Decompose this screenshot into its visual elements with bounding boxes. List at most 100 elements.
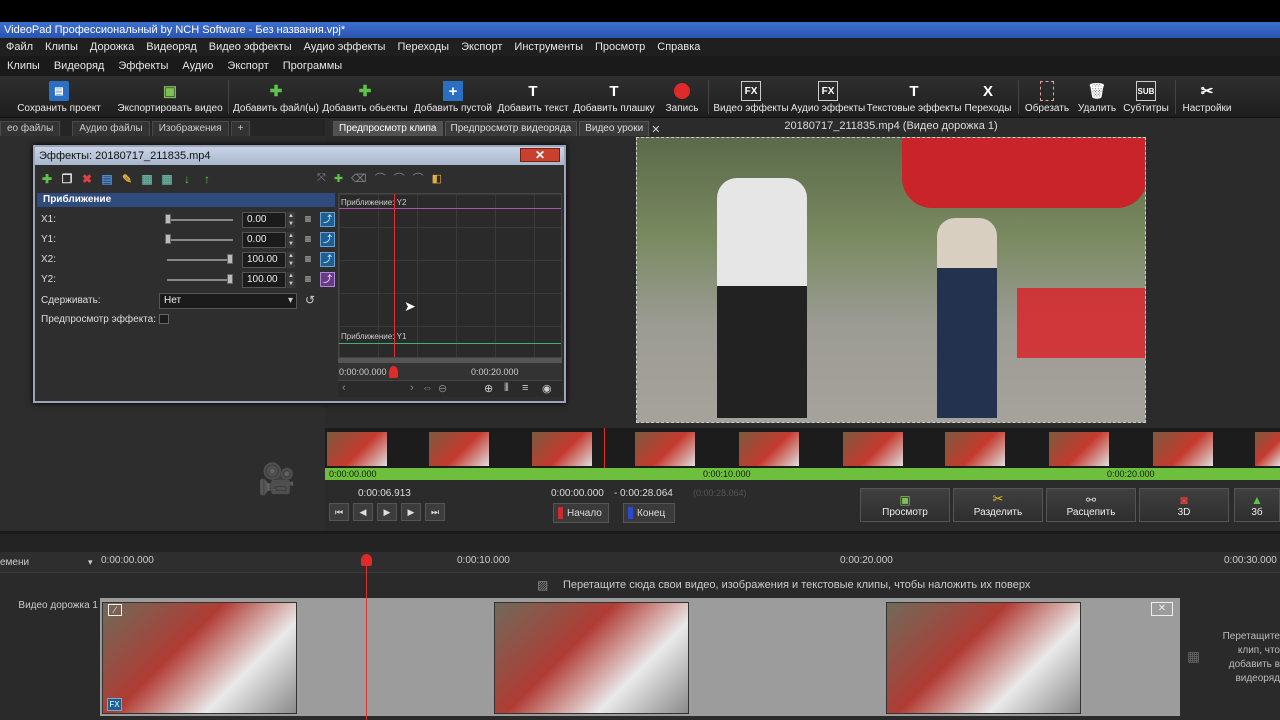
chevron-down-icon[interactable]: ▾ — [88, 557, 93, 568]
zoom-in-icon[interactable]: ⊕ — [484, 382, 493, 395]
tab-sequence-preview[interactable]: Предпросмотр видеоряда — [444, 121, 578, 136]
tab-add-bin[interactable]: + — [230, 121, 251, 136]
tab-video-files[interactable]: ео файлы — [0, 121, 61, 136]
tab-audio[interactable]: Аудио — [175, 60, 220, 72]
add-plate-button[interactable]: T Добавить плашку — [572, 76, 656, 118]
zoom-out-icon[interactable]: ⊖ — [438, 382, 447, 395]
delete-button[interactable]: 🗑 Удалить — [1076, 76, 1118, 118]
param-value[interactable]: 0.00 — [242, 212, 286, 228]
fit-icon[interactable]: ⇔ — [422, 382, 433, 394]
save-project-button[interactable]: ▤ Сохранить проект — [17, 76, 101, 118]
preset-icon[interactable]: ▦ — [139, 171, 155, 187]
unlink-button[interactable]: ⚯ Расцепить — [1046, 488, 1136, 522]
play-icon[interactable]: ▶ — [377, 503, 397, 521]
save-effect-icon[interactable]: ▤ — [99, 171, 115, 187]
slider-knob[interactable] — [165, 234, 171, 244]
add-text-button[interactable]: T Добавить текст — [497, 76, 569, 118]
video-effects-button[interactable]: FX Видео эффекты — [713, 76, 789, 118]
preview-effect-checkbox[interactable] — [159, 314, 169, 324]
transitions-button[interactable]: X Переходы — [964, 76, 1012, 118]
keyframe-graph[interactable]: Приближение: Y2 Приближение: Y1 ➤ — [338, 193, 562, 358]
columns-icon[interactable]: ⦀ — [504, 382, 509, 395]
clip-time-ruler[interactable]: 0:00:00.000 0:00:10.000 0:00:20.000 — [325, 468, 1280, 480]
curve-icon[interactable]: ⌒ — [413, 170, 424, 186]
menu-clips[interactable]: Клипы — [39, 41, 84, 53]
add-blank-button[interactable]: + Добавить пустой — [412, 76, 494, 118]
list-icon[interactable]: ≡ — [522, 382, 528, 394]
tab-programs[interactable]: Программы — [276, 60, 349, 72]
menu-icon[interactable]: ≡ — [301, 273, 315, 287]
edit-effect-icon[interactable]: ✎ — [119, 171, 135, 187]
close-button[interactable]: ✕ — [520, 148, 560, 162]
tab-sequence[interactable]: Видеоряд — [47, 60, 112, 72]
graph-toggle-icon[interactable]: ⤴ — [320, 272, 335, 287]
add-keyframe-icon[interactable]: ✚ — [334, 172, 343, 185]
add-objects-button[interactable]: ✚ Добавить обьекты — [322, 76, 408, 118]
go-start-icon[interactable]: ⏮ — [329, 503, 349, 521]
timeline-playhead[interactable] — [366, 560, 367, 720]
menu-file[interactable]: Файл — [0, 41, 39, 53]
graph-toggle-icon[interactable]: ⤴ — [320, 252, 335, 267]
crop-button[interactable]: Обрезать — [1024, 76, 1070, 118]
graph-toggle-icon[interactable]: ⤴ — [320, 212, 335, 227]
menu-video-effects[interactable]: Видео эффекты — [203, 41, 298, 53]
menu-icon[interactable]: ≡ — [301, 253, 315, 267]
remove-effect-icon[interactable]: ✖ — [79, 171, 95, 187]
step-back-icon[interactable]: ◀ — [353, 503, 373, 521]
slider-knob[interactable] — [227, 254, 233, 264]
tab-images[interactable]: Изображения — [151, 121, 229, 136]
param-slider[interactable] — [165, 234, 233, 244]
menu-help[interactable]: Справка — [651, 41, 706, 53]
curve-icon[interactable]: ⌒ — [394, 170, 405, 186]
param-value[interactable]: 100.00 — [242, 272, 286, 288]
subtitles-button[interactable]: SUB Субтитры — [1122, 76, 1170, 118]
audio-effects-button[interactable]: FX Аудио эффекты — [791, 76, 865, 118]
scroll-right-icon[interactable]: › — [410, 382, 414, 394]
param-slider[interactable] — [167, 274, 233, 284]
tab-clip-preview[interactable]: Предпросмотр клипа — [333, 121, 443, 136]
add-files-button[interactable]: ✚ Добавить файл(ы) — [233, 76, 319, 118]
hold-select[interactable]: Нет ▾ — [159, 293, 297, 309]
settings-button[interactable]: ✂ Настройки — [1180, 76, 1234, 118]
preset-icon[interactable]: ▦ — [159, 171, 175, 187]
menu-track[interactable]: Дорожка — [84, 41, 140, 53]
fx-badge[interactable]: FX — [107, 698, 122, 711]
tab-export[interactable]: Экспорт — [220, 60, 275, 72]
arrow-up-icon[interactable]: ↑ — [199, 171, 215, 187]
clip-playhead[interactable] — [604, 428, 605, 468]
menu-icon[interactable]: ≡ — [301, 233, 315, 247]
tab-effects[interactable]: Эффекты — [111, 60, 175, 72]
slider-knob[interactable] — [165, 214, 171, 224]
remove-keyframe-icon[interactable]: ⌫ — [351, 172, 367, 185]
effect-section-header[interactable]: Приближение — [37, 193, 335, 207]
param-slider[interactable] — [165, 214, 233, 224]
copy-effect-icon[interactable]: ❐ — [59, 171, 75, 187]
set-start-button[interactable]: Начало — [553, 503, 609, 523]
slider-knob[interactable] — [227, 274, 233, 284]
menu-sequence[interactable]: Видеоряд — [140, 41, 203, 53]
text-effects-button[interactable]: T Текстовые эффекты — [867, 76, 962, 118]
add-effect-icon[interactable]: ✚ — [39, 171, 55, 187]
go-end-icon[interactable]: ⏭ — [425, 503, 445, 521]
3d-button[interactable]: ◙ 3D — [1139, 488, 1229, 522]
spin-button[interactable]: ▲ ▼ — [287, 252, 295, 268]
transition-icon[interactable]: ∕ — [108, 604, 122, 616]
param-slider[interactable] — [167, 254, 233, 264]
preview-button[interactable]: ▣ Просмотр — [860, 488, 950, 522]
tab-audio-files[interactable]: Аудио файлы — [72, 121, 150, 136]
graph-toggle-icon[interactable]: ⤴ — [320, 232, 335, 247]
param-value[interactable]: 100.00 — [242, 252, 286, 268]
split-button[interactable]: ✂ Разделить — [953, 488, 1043, 522]
reset-icon[interactable]: ↺ — [305, 293, 315, 307]
scroll-left-icon[interactable]: ‹ — [342, 382, 346, 394]
spin-button[interactable]: ▲ ▼ — [287, 232, 295, 248]
tab-clips[interactable]: Клипы — [0, 60, 47, 72]
menu-tools[interactable]: Инструменты — [508, 41, 589, 53]
timeline-clip[interactable] — [494, 602, 689, 714]
param-value[interactable]: 0.00 — [242, 232, 286, 248]
menu-icon[interactable]: ≡ — [301, 213, 315, 227]
menu-view[interactable]: Просмотр — [589, 41, 651, 53]
step-forward-icon[interactable]: ▶ — [401, 503, 421, 521]
clip-thumbnail-strip[interactable] — [325, 428, 1280, 468]
playhead-marker[interactable] — [389, 366, 398, 378]
